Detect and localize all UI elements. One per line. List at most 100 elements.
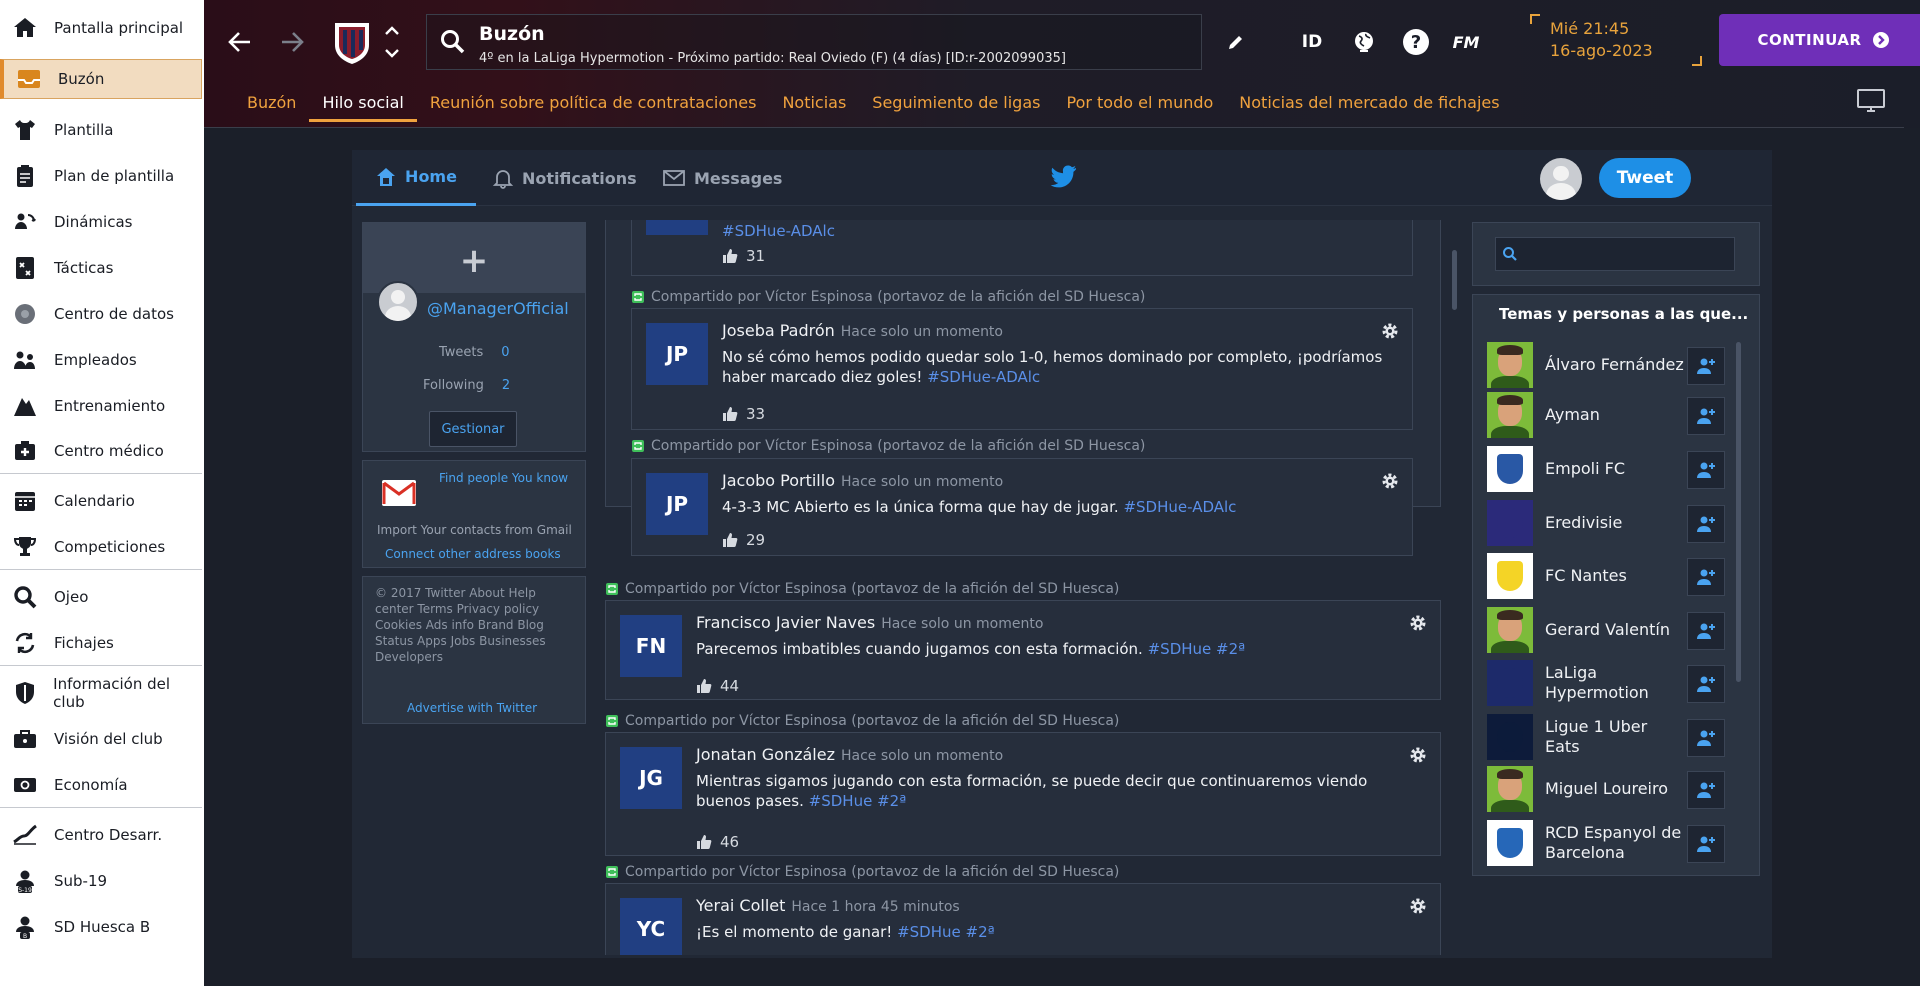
club-logo[interactable] (1487, 553, 1533, 599)
feed-scrollbar[interactable] (1452, 250, 1457, 310)
edit-button[interactable] (1218, 24, 1254, 60)
follow-suggestion[interactable]: LaLiga Hypermotion (1487, 659, 1727, 707)
gear-icon[interactable] (1380, 471, 1400, 491)
sidebar-item-informacion-del-club[interactable]: Información del club (0, 673, 202, 713)
follow-button[interactable] (1687, 558, 1725, 596)
sidebar-item-tacticas[interactable]: Tácticas (0, 248, 202, 288)
tab-noticias[interactable]: Noticias (769, 88, 859, 122)
suggestion-name[interactable]: Miguel Loureiro (1545, 779, 1685, 799)
world-button[interactable] (1346, 24, 1382, 60)
sidebar-item-buzon[interactable]: Buzón (0, 59, 202, 99)
follow-button[interactable] (1687, 665, 1725, 703)
follow-button[interactable] (1687, 505, 1725, 543)
follow-suggestion[interactable]: Ayman (1487, 391, 1727, 439)
sidebar-item-vision-del-club[interactable]: Visión del club (0, 719, 202, 759)
sidebar-item-plantilla[interactable]: Plantilla (0, 110, 202, 150)
user-avatar[interactable] (1540, 158, 1582, 200)
tweet-card[interactable]: JG Jonatan González Hace solo un momento Mi… (605, 732, 1441, 856)
sidebar-item-fichajes[interactable]: Fichajes (0, 623, 202, 663)
sidebar-item-centro-medico[interactable]: Centro médico (0, 431, 202, 471)
follow-button[interactable] (1687, 612, 1725, 650)
follow-suggestion[interactable]: Empoli FC (1487, 445, 1727, 493)
author-name[interactable]: Yerai Collet (696, 896, 785, 915)
tab-notifications[interactable]: Notifications (492, 150, 637, 206)
tweet-card[interactable]: FN Francisco Javier Naves Hace solo un mom… (605, 600, 1441, 700)
sidebar-item-entrenamiento[interactable]: Entrenamiento (0, 386, 202, 426)
sidebar-item-economia[interactable]: Economía (0, 765, 202, 805)
forward-button[interactable] (274, 24, 310, 60)
suggestion-name[interactable]: RCD Espanyol de Barcelona (1545, 823, 1685, 863)
suggestion-name[interactable]: Ligue 1 Uber Eats (1545, 717, 1685, 757)
follow-button[interactable] (1687, 825, 1725, 863)
follow-button[interactable] (1687, 347, 1725, 385)
tweet-hashtag[interactable]: #SDHue #2ª (1148, 640, 1246, 658)
suggestion-name[interactable]: FC Nantes (1545, 566, 1685, 586)
shared-by-label[interactable]: Compartido por Víctor Espinosa (portavoz… (605, 713, 1119, 729)
gear-icon[interactable] (1380, 321, 1400, 341)
follow-button[interactable] (1687, 771, 1725, 809)
tweet-feed[interactable]: #SDHue-ADAlc 31 Compartido por Víctor Es… (605, 220, 1441, 955)
help-button[interactable]: ? (1398, 24, 1434, 60)
follow-suggestion[interactable]: FC Nantes (1487, 552, 1727, 600)
tweet-hashtag[interactable]: #SDHue #2ª (897, 923, 995, 941)
tweet-likes[interactable]: 33 (722, 405, 765, 423)
tab-hilo-social[interactable]: Hilo social (309, 88, 417, 122)
tweet-hashtag[interactable]: #SDHue-ADAlc (722, 222, 835, 240)
sidebar-item-dinamicas[interactable]: Dinámicas (0, 202, 202, 242)
suggestion-name[interactable]: Eredivisie (1545, 513, 1685, 533)
follow-suggestion[interactable]: Gerard Valentín (1487, 606, 1727, 654)
gear-icon[interactable] (1408, 896, 1428, 916)
tweet-hashtag[interactable]: #SDHue #2ª (809, 792, 907, 810)
following-stat[interactable]: Following 2 (423, 378, 510, 393)
author-name[interactable]: Joseba Padrón (722, 321, 835, 340)
tab-home[interactable]: Home (356, 150, 476, 206)
tweet-likes[interactable]: 29 (722, 531, 765, 549)
follow-scrollbar[interactable] (1736, 342, 1741, 682)
league-logo[interactable] (1487, 714, 1533, 760)
club-logo[interactable] (1487, 446, 1533, 492)
tweet-card[interactable]: JP Joseba Padrón Hace solo un momento No sé… (631, 308, 1413, 430)
follow-button[interactable] (1687, 397, 1725, 435)
sidebar-item-pantalla-principal[interactable]: Pantalla principal (0, 8, 202, 48)
gear-icon[interactable] (1408, 613, 1428, 633)
sidebar-item-centro-de-datos[interactable]: Centro de datos (0, 294, 202, 334)
add-banner-icon[interactable]: + (363, 241, 585, 281)
profile-handle[interactable]: @ManagerOfficial (427, 299, 569, 318)
tab-por-todo-el-mundo[interactable]: Por todo el mundo (1053, 88, 1226, 122)
club-logo[interactable] (1487, 820, 1533, 866)
sidebar-item-empleados[interactable]: Empleados (0, 340, 202, 380)
tweet-likes[interactable]: 31 (722, 247, 765, 265)
author-name[interactable]: Jacobo Portillo (722, 471, 835, 490)
tweet-hashtag[interactable]: #SDHue-ADAlc (927, 368, 1040, 386)
author-avatar[interactable]: JG (620, 747, 682, 809)
fm-button[interactable]: FM (1448, 24, 1484, 60)
sidebar-item-calendario[interactable]: Calendario (0, 481, 202, 521)
tweet-likes[interactable]: 44 (696, 677, 739, 695)
advertise-link[interactable]: Advertise with Twitter (407, 701, 537, 715)
tweet-likes[interactable]: 46 (696, 833, 739, 851)
league-logo[interactable] (1487, 660, 1533, 706)
author-avatar[interactable]: FN (620, 615, 682, 677)
suggestion-name[interactable]: Álvaro Fernández (1545, 355, 1685, 375)
author-avatar[interactable]: YC (620, 898, 682, 955)
author-name[interactable]: Jonatan González (696, 745, 835, 764)
sidebar-item-sd-huesca-b[interactable]: B SD Huesca B (0, 907, 202, 947)
search-box[interactable]: Buzón 4º en la LaLiga Hypermotion - Próx… (426, 14, 1202, 70)
shared-by-label[interactable]: Compartido por Víctor Espinosa (portavoz… (605, 581, 1119, 597)
shared-by-label[interactable]: Compartido por Víctor Espinosa (portavoz… (605, 864, 1119, 880)
tweet-card[interactable]: YC Yerai Collet Hace 1 hora 45 minutos ¡Es … (605, 883, 1441, 955)
sidebar-item-centro-desarr[interactable]: Centro Desarr. (0, 815, 202, 855)
id-button[interactable]: ID (1294, 24, 1330, 60)
sidebar-item-plan-de-plantilla[interactable]: Plan de plantilla (0, 156, 202, 196)
author-name[interactable]: Francisco Javier Naves (696, 613, 875, 632)
back-button[interactable] (222, 24, 258, 60)
club-switcher[interactable] (382, 22, 402, 62)
person-photo[interactable] (1487, 392, 1533, 438)
continue-button[interactable]: CONTINUAR (1719, 14, 1920, 66)
follow-suggestion[interactable]: RCD Espanyol de Barcelona (1487, 819, 1727, 867)
person-photo[interactable] (1487, 342, 1533, 388)
tab-noticias-del-mercado-de-fichajes[interactable]: Noticias del mercado de fichajes (1226, 88, 1512, 122)
suggestion-name[interactable]: Gerard Valentín (1545, 620, 1685, 640)
follow-button[interactable] (1687, 719, 1725, 757)
connect-address-books-link[interactable]: Connect other address books (385, 547, 561, 561)
